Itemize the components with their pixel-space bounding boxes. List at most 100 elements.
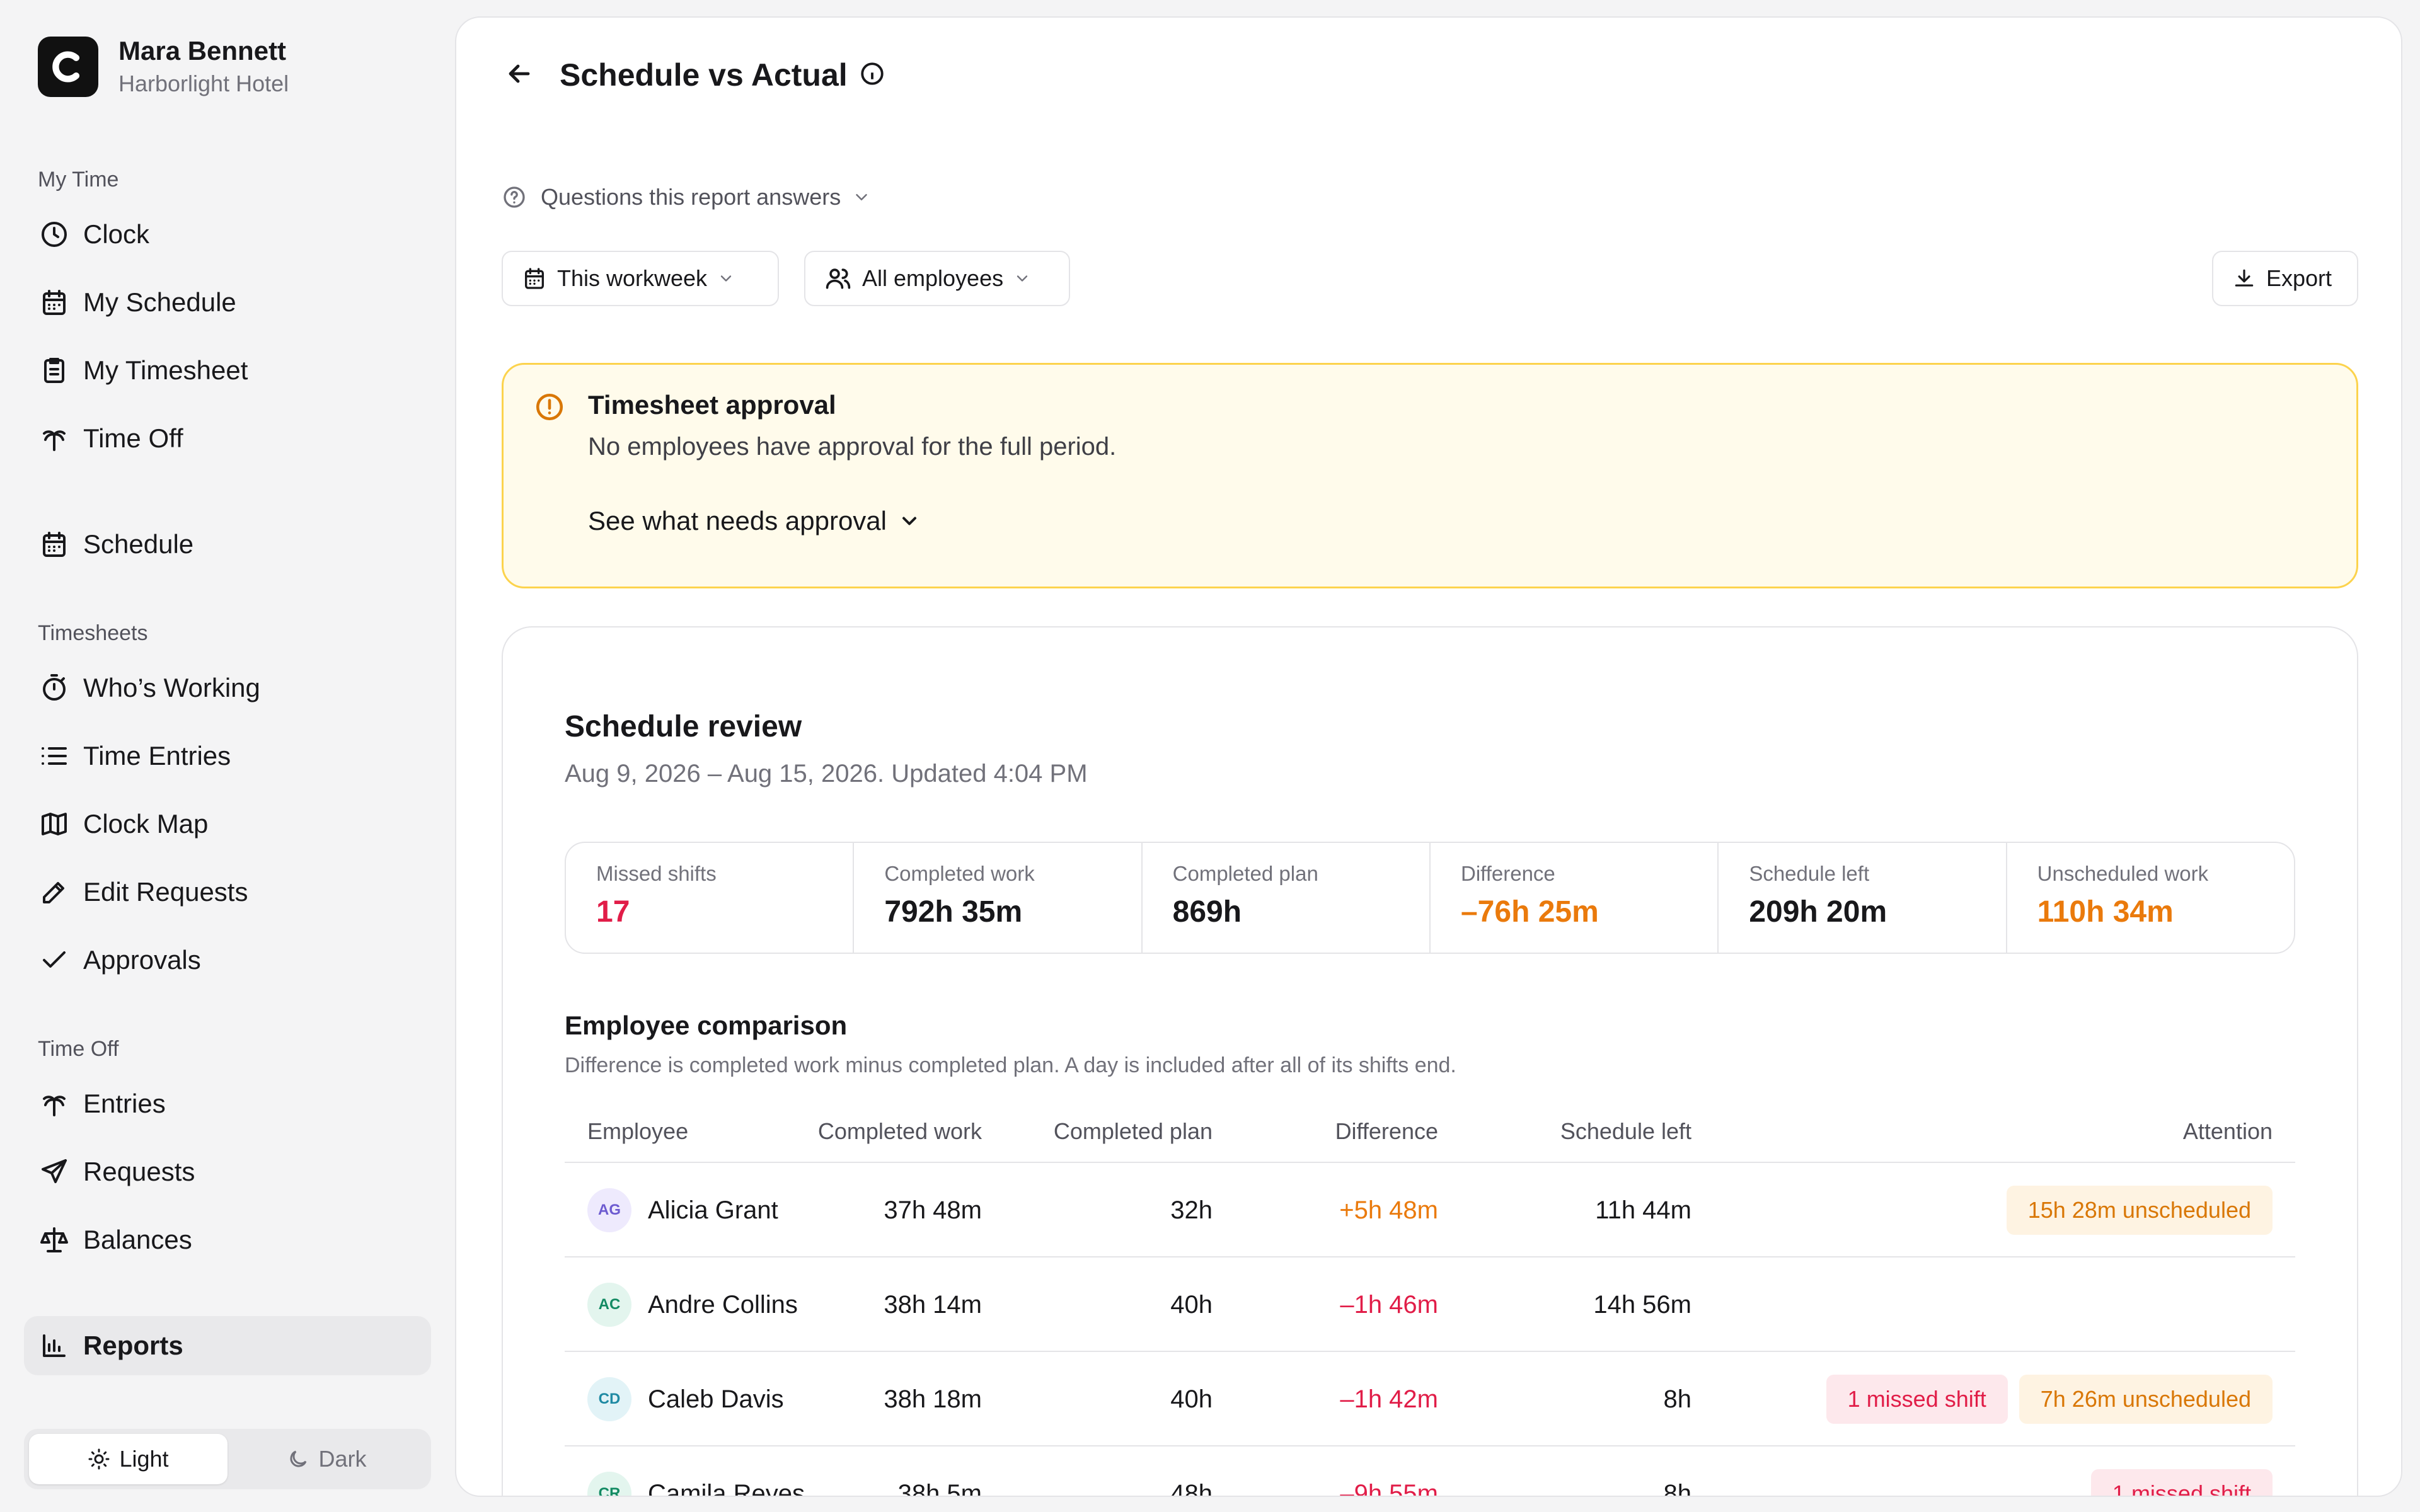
- export-label: Export: [2266, 265, 2332, 291]
- export-button[interactable]: Export: [2212, 251, 2358, 306]
- attention-badge[interactable]: 1 missed shift: [1826, 1375, 2008, 1424]
- palm-tree-icon: [38, 422, 71, 455]
- avatar: CR: [587, 1472, 631, 1496]
- back-button[interactable]: [504, 59, 534, 92]
- completed-work-cell: 38h 14m: [884, 1291, 982, 1319]
- table-row[interactable]: CR Camila Reyes 38h 5m 48h –9h 55m 8h 1 missed…: [565, 1446, 2295, 1497]
- download-icon: [2235, 269, 2254, 287]
- sidebar-item-label: Reports: [83, 1331, 183, 1360]
- column-completed-work[interactable]: Completed work: [780, 1100, 982, 1163]
- info-icon: [860, 62, 884, 85]
- difference-cell: –1h 46m: [1340, 1291, 1438, 1319]
- metrics-strip: Missed shifts 17 Completed work 792h 35m…: [565, 842, 2295, 954]
- sidebar-item-label: Edit Requests: [83, 877, 248, 907]
- theme-light-button[interactable]: Light: [29, 1434, 228, 1484]
- employee-name: Andre Collins: [648, 1291, 798, 1319]
- scale-icon: [38, 1223, 71, 1256]
- table-body: AG Alicia Grant 37h 48m 32h +5h 48m 11h 44m 15…: [565, 1163, 2295, 1497]
- sidebar-item-my-schedule[interactable]: My Schedule: [24, 273, 431, 332]
- review-subtitle: Aug 9, 2026 – Aug 15, 2026. Updated 4:04…: [565, 760, 1088, 788]
- comparison-title: Employee comparison: [565, 1011, 848, 1040]
- metric-label: Completed work: [884, 862, 1035, 885]
- employee-name: Alicia Grant: [648, 1196, 778, 1224]
- period-filter[interactable]: This workweek: [502, 251, 779, 306]
- sidebar-item-time-off[interactable]: Time Off: [24, 409, 431, 468]
- chevron-down-icon: [720, 275, 732, 282]
- difference-cell: –1h 42m: [1340, 1385, 1438, 1413]
- sidebar: Mara Bennett Harborlight Hotel My Time C…: [0, 0, 454, 1512]
- theme-toggle: Light Dark: [24, 1429, 431, 1489]
- pencil-icon: [38, 876, 71, 908]
- sidebar-item-time-entries[interactable]: Time Entries: [24, 726, 431, 786]
- metric-unscheduled-work: Unscheduled work 110h 34m: [2007, 843, 2294, 953]
- see-approval-toggle[interactable]: See what needs approval: [588, 506, 921, 536]
- sidebar-item-my-timesheet[interactable]: My Timesheet: [24, 341, 431, 400]
- schedule-review-card: Schedule review Aug 9, 2026 – Aug 15, 20…: [502, 626, 2358, 1497]
- info-button[interactable]: [859, 60, 885, 90]
- metric-label: Schedule left: [1749, 862, 1870, 885]
- table-row[interactable]: AC Andre Collins 38h 14m 40h –1h 46m 14h 56m: [565, 1257, 2295, 1352]
- employee-comparison-table: Employee Completed work Completed plan D…: [565, 1100, 2295, 1497]
- account-info: Mara Bennett Harborlight Hotel: [118, 34, 289, 100]
- sidebar-item-label: My Timesheet: [83, 355, 248, 385]
- company-logo: [38, 37, 98, 97]
- account-name: Mara Bennett: [118, 36, 287, 66]
- clock-icon: [38, 218, 71, 251]
- sidebar-item-edit-requests[interactable]: Edit Requests: [24, 862, 431, 922]
- employee-cell: CR Camila Reyes: [587, 1446, 805, 1496]
- sidebar-item-clock[interactable]: Clock: [24, 205, 431, 264]
- nav-section-timesheets: Timesheets: [38, 621, 148, 645]
- questions-label: Questions this report answers: [541, 184, 841, 210]
- sidebar-item-label: Approvals: [83, 945, 201, 975]
- table-row[interactable]: AG Alicia Grant 37h 48m 32h +5h 48m 11h 44m 15…: [565, 1163, 2295, 1257]
- difference-cell: –9h 55m: [1340, 1480, 1438, 1497]
- palm-tree-icon: [38, 1087, 71, 1120]
- completed-work-cell: 37h 48m: [884, 1196, 982, 1224]
- alert-text: No employees have approval for the full …: [588, 433, 1117, 461]
- column-employee[interactable]: Employee: [587, 1100, 688, 1163]
- sidebar-item-schedule[interactable]: Schedule: [24, 515, 431, 574]
- sidebar-item-label: Balances: [83, 1225, 192, 1254]
- avatar: CD: [587, 1377, 631, 1421]
- column-completed-plan[interactable]: Completed plan: [1011, 1100, 1213, 1163]
- metric-value: 869h: [1172, 895, 1242, 929]
- calendar-icon: [38, 528, 71, 561]
- table-row[interactable]: CD Caleb Davis 38h 18m 40h –1h 42m 8h 1 missed…: [565, 1352, 2295, 1446]
- chevron-down-icon: [1017, 275, 1028, 282]
- completed-plan-cell: 32h: [1170, 1196, 1213, 1224]
- attention-cell: [1516, 1257, 2273, 1352]
- sidebar-item-approvals[interactable]: Approvals: [24, 931, 431, 990]
- employee-cell: AC Andre Collins: [587, 1257, 798, 1352]
- sidebar-item-reports[interactable]: Reports: [24, 1316, 431, 1375]
- attention-badge[interactable]: 1 missed shift: [2090, 1469, 2273, 1496]
- theme-light-label: Light: [119, 1446, 169, 1472]
- sidebar-item-clock-map[interactable]: Clock Map: [24, 794, 431, 854]
- column-attention[interactable]: Attention: [2183, 1100, 2273, 1163]
- metric-completed-work: Completed work 792h 35m: [854, 843, 1143, 953]
- sidebar-item-label: Clock Map: [83, 809, 209, 839]
- metric-label: Difference: [1460, 862, 1555, 885]
- table-header: Employee Completed work Completed plan D…: [565, 1100, 2295, 1163]
- account-switcher[interactable]: Mara Bennett Harborlight Hotel: [38, 34, 289, 100]
- sidebar-item-requests[interactable]: Requests: [24, 1142, 431, 1201]
- check-icon: [38, 944, 71, 976]
- attention-badge[interactable]: 7h 26m unscheduled: [2019, 1375, 2273, 1424]
- completed-work-cell: 38h 5m: [897, 1480, 982, 1497]
- metric-value: 209h 20m: [1749, 895, 1887, 929]
- review-title: Schedule review: [565, 710, 802, 743]
- sidebar-item-whos-working[interactable]: Who’s Working: [24, 658, 431, 718]
- moon-icon: [290, 1450, 307, 1467]
- column-schedule-left[interactable]: Schedule left: [1490, 1100, 1691, 1163]
- attention-badge[interactable]: 15h 28m unscheduled: [2006, 1186, 2273, 1235]
- questions-dropdown[interactable]: Questions this report answers: [502, 184, 871, 210]
- sidebar-item-balances[interactable]: Balances: [24, 1210, 431, 1269]
- metric-value: 792h 35m: [884, 895, 1023, 929]
- column-difference[interactable]: Difference: [1236, 1100, 1438, 1163]
- employees-filter-label: All employees: [862, 265, 1004, 291]
- theme-dark-label: Dark: [318, 1446, 367, 1472]
- theme-dark-button[interactable]: Dark: [228, 1434, 426, 1484]
- sidebar-item-entries[interactable]: Entries: [24, 1074, 431, 1133]
- attention-cell: 1 missed shift 7h 26m unscheduled: [1516, 1352, 2273, 1446]
- employees-filter[interactable]: All employees: [804, 251, 1070, 306]
- metric-value: –76h 25m: [1460, 895, 1599, 929]
